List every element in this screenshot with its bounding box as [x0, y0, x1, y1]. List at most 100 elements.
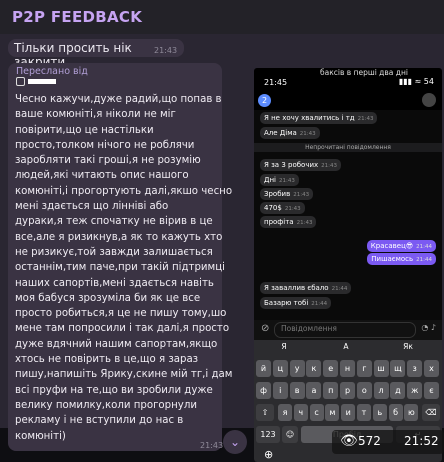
- avatar: [422, 93, 436, 107]
- phone-status-time: 21:45: [264, 78, 288, 87]
- message-bubble[interactable]: Тільки просить нік закрити 21:43: [8, 39, 184, 69]
- view-count: 572: [358, 434, 381, 448]
- message-line: рекламу і не вступили до нас в: [15, 415, 184, 427]
- phone-chat-time: 21:43: [321, 163, 338, 169]
- phone-chat-text: Красавец😎: [370, 242, 414, 250]
- sender-name-redacted: [28, 79, 56, 84]
- forwarded-message-bubble[interactable]: Переслано від Чесно кажучи,дуже радий,що…: [8, 63, 233, 451]
- keyboard-key: о: [356, 382, 372, 399]
- keyboard-key: м: [325, 404, 340, 421]
- phone-chat-bubble: Я заваллив єбало 21:44: [260, 282, 352, 294]
- keyboard-row: я ч с м и т ь б ю ⇧ ⌫: [256, 404, 440, 422]
- phone-chat-time: 21:43: [296, 220, 313, 226]
- keyboard-key: ю: [404, 404, 419, 421]
- phone-chat-time: 21:44: [416, 257, 432, 263]
- keyboard-key: у: [289, 360, 305, 377]
- channel-title: P2P FEEDBACK: [12, 8, 143, 26]
- phone-chat-text: Я за 3 робочих: [264, 161, 319, 169]
- globe-icon: ⊕: [264, 448, 274, 461]
- keyboard-key: ж: [407, 382, 423, 399]
- phone-chat-text: Але Діма: [264, 129, 297, 137]
- keyboard-key: щ: [390, 360, 406, 377]
- message-line: наших сапортів,мені здається навіть: [15, 277, 214, 289]
- phone-chat-text: профіта: [264, 218, 294, 226]
- phone-chat-bubble: Я не хочу хвалитись і тд 21:43: [260, 112, 378, 124]
- keyboard-key: л: [373, 382, 389, 399]
- phone-chat-time: 21:43: [279, 178, 295, 184]
- phone-chat-bubble: Базарю тобі 21:44: [260, 297, 332, 309]
- keyboard-suggestion: Я: [281, 342, 287, 351]
- keyboard-suggestion: Як: [403, 342, 413, 351]
- screenshot-image[interactable]: 21:45 ▮▮▮ ≈ 54 баксів в перші два дні 2 …: [254, 68, 442, 462]
- channel-header: P2P FEEDBACK: [0, 0, 444, 34]
- message-line: дуже вдячний нашим сапортам,якщо: [15, 338, 218, 350]
- emoji-key: ☺: [282, 426, 298, 443]
- message-line: пишу,напишіть Ярику,скине мій тг,і дам: [15, 369, 233, 381]
- keyboard-key: х: [424, 360, 439, 377]
- keyboard-row: фівапролджє: [256, 382, 440, 400]
- overlay-time: 21:52: [404, 434, 439, 448]
- scroll-down-button[interactable]: ⌄: [223, 430, 247, 454]
- phone-chat-bubble: Дні 21:43: [260, 174, 299, 186]
- keyboard-row: йцукенгшщзх: [256, 360, 440, 378]
- phone-nav-bar: 2: [254, 90, 442, 110]
- phone-chat-bubble: Зробив 21:43: [260, 188, 314, 200]
- message-line: велику помилку,коли прогорнули: [15, 399, 197, 411]
- message-line: всі пруфи на те,що ви зробили дуже: [15, 384, 213, 396]
- eye-icon: 👁: [340, 433, 358, 449]
- message-line: комюніті): [15, 430, 66, 442]
- keyboard-key: к: [306, 360, 322, 377]
- back-badge: 2: [258, 94, 271, 107]
- phone-chat-bubble: Але Діма 21:43: [260, 127, 320, 139]
- phone-input-placeholder: Повідомлення: [281, 324, 337, 333]
- message-line: повірити,що це настільки: [15, 124, 154, 136]
- phone-chat-bubble: Пишаємось 21:44: [367, 253, 436, 265]
- message-time: 21:43: [200, 441, 224, 450]
- chat-area: Тільки просить нік закрити 21:43 Пересла…: [0, 34, 444, 462]
- keyboard-suggestion: А: [343, 342, 349, 351]
- message-line: ваше комюніті,я ніколи не міг: [15, 109, 176, 121]
- message-line: просто робиться,я це не пишу тому,шо: [15, 308, 227, 320]
- phone-compose-bar: ⊘ Повідомлення ◔ ♪: [254, 320, 442, 340]
- attach-icon: ⊘: [261, 323, 270, 334]
- message-time: 21:43: [154, 46, 178, 55]
- message-line: Чесно кажучи,дуже радий,що попав в: [15, 94, 222, 105]
- message-line: не ризикує,той завжди залишається: [15, 246, 213, 258]
- phone-chat-text: Зробив: [264, 190, 291, 198]
- view-overlay: 👁 572 21:52: [332, 430, 444, 454]
- shift-key: ⇧: [256, 404, 274, 421]
- phone-chat-time: 21:44: [311, 301, 328, 307]
- keyboard-key: ь: [372, 404, 387, 421]
- phone-status-icons: ▮▮▮ ≈ 54: [398, 77, 434, 86]
- phone-chat-time: 21:43: [293, 192, 310, 198]
- phone-chat-time: 21:44: [331, 286, 348, 292]
- phone-chat-text: 470$: [264, 204, 282, 212]
- message-line: людей,які читають опис нашого: [15, 170, 189, 182]
- keyboard-key: р: [340, 382, 355, 399]
- keyboard-key: ч: [293, 404, 308, 421]
- phone-chat-text: Дні: [264, 176, 276, 184]
- message-line: дураки,я теж спочатку не вірив в це: [15, 216, 213, 228]
- phone-chat-text: Я не хочу хвалитись і тд: [264, 114, 355, 122]
- phone-chat-bubble: Красавец😎 21:44: [366, 240, 436, 252]
- keyboard-key: б: [388, 404, 403, 421]
- keyboard-key: г: [356, 360, 372, 377]
- keyboard-key: з: [407, 360, 423, 377]
- keyboard-key: т: [357, 404, 371, 421]
- phone-messages: Непрочитані повідомлення Я не хочу хвали…: [254, 110, 442, 320]
- phone-chat-time: 21:43: [284, 206, 301, 212]
- mic-icon: ◔ ♪: [421, 323, 436, 332]
- unread-divider: Непрочитані повідомлення: [254, 143, 442, 152]
- forwarded-sender[interactable]: [16, 76, 76, 88]
- phone-chat-text: Я заваллив єбало: [264, 284, 329, 292]
- backspace-key: ⌫: [422, 404, 440, 421]
- message-line: моя бабуся зрозуміла би як це все: [15, 292, 201, 304]
- keyboard-key: ф: [256, 382, 271, 399]
- keyboard-key: і: [272, 382, 288, 399]
- message-line: просто,толком нічого не роблячи: [15, 139, 195, 151]
- keyboard-key: я: [278, 404, 292, 421]
- keyboard-key: п: [323, 382, 339, 399]
- phone-chat-bubble: 470$ 21:43: [260, 202, 305, 214]
- keyboard-key: ш: [373, 360, 389, 377]
- message-line: заробляти такі гроші,я не розумію: [15, 155, 201, 167]
